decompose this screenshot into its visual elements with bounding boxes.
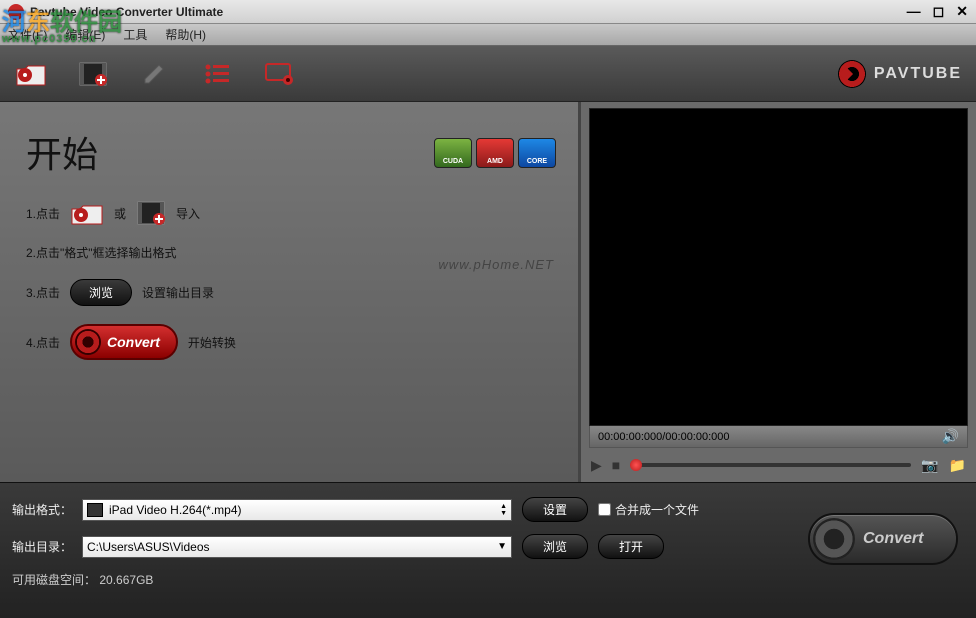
main-content: 开始 CUDA AMD CORE 1.点击 或 导入 2.点击"格式"框选择输出… <box>0 102 976 482</box>
gpu-badges: CUDA AMD CORE <box>434 138 556 168</box>
settings-button[interactable]: 设置 <box>522 497 588 522</box>
film-add-icon <box>78 61 108 87</box>
step-3: 3.点击 浏览 设置输出目录 <box>26 279 552 306</box>
folder-disc-icon[interactable] <box>70 200 104 226</box>
dir-label: 输出目录： <box>12 538 72 555</box>
dir-value: C:\Users\ASUS\Videos <box>87 540 210 554</box>
disk-value: 20.667GB <box>99 573 153 587</box>
list-icon <box>203 62 231 86</box>
film-add-icon[interactable] <box>136 200 166 226</box>
dir-combo[interactable]: C:\Users\ASUS\Videos ▼ <box>82 536 512 558</box>
amd-badge: AMD <box>476 138 514 168</box>
step4-suffix: 开始转换 <box>188 334 236 351</box>
step-1: 1.点击 或 导入 <box>26 200 552 226</box>
step1-import: 导入 <box>176 205 200 222</box>
close-button[interactable]: ✕ <box>956 3 968 20</box>
format-value: iPad Video H.264(*.mp4) <box>109 503 242 517</box>
seek-bar[interactable] <box>630 463 911 467</box>
snapshot-button[interactable]: 📷 <box>921 457 938 474</box>
preview-panel: 00:00:00:000/00:00:00:000 🔊 ▶ ■ 📷 📁 <box>578 102 976 482</box>
convert-ring-icon <box>75 329 101 355</box>
convert-demo-label: Convert <box>107 334 160 350</box>
open-button[interactable]: 打开 <box>598 534 664 559</box>
edit-button[interactable] <box>138 59 172 89</box>
merge-checkbox[interactable]: 合并成一个文件 <box>598 501 699 518</box>
step1-prefix: 1.点击 <box>26 205 60 222</box>
step-4: 4.点击 Convert 开始转换 <box>26 324 552 360</box>
menu-bar: 文件(F) 编辑(E) 工具 帮助(H) <box>0 24 976 46</box>
window-title: Pavtube Video Converter Ultimate <box>30 5 907 19</box>
play-button[interactable]: ▶ <box>591 457 602 474</box>
merge-checkbox-input[interactable] <box>598 503 611 516</box>
video-preview <box>589 108 968 426</box>
list-button[interactable] <box>200 59 234 89</box>
convert-label: Convert <box>863 530 923 548</box>
add-video-button[interactable] <box>76 59 110 89</box>
convert-button[interactable]: Convert <box>808 513 958 565</box>
browse-demo-button[interactable]: 浏览 <box>70 279 132 306</box>
phome-watermark: www.pHome.NET <box>438 257 554 272</box>
step4-prefix: 4.点击 <box>26 334 60 351</box>
start-panel: 开始 CUDA AMD CORE 1.点击 或 导入 2.点击"格式"框选择输出… <box>0 102 578 482</box>
player-controls: ▶ ■ 📷 📁 <box>589 448 968 478</box>
menu-help[interactable]: 帮助(H) <box>165 26 206 43</box>
intel-badge: CORE <box>518 138 556 168</box>
load-file-button[interactable] <box>14 59 48 89</box>
timecode-bar: 00:00:00:000/00:00:00:000 🔊 <box>589 426 968 448</box>
brand-logo: PAVTUBE <box>838 60 962 88</box>
disk-label: 可用磁盘空间： <box>12 573 96 587</box>
screen-button[interactable] <box>262 59 296 89</box>
disk-space: 可用磁盘空间： 20.667GB <box>12 571 964 588</box>
format-label: 输出格式： <box>12 501 72 518</box>
pavtube-ring-icon <box>838 60 866 88</box>
convert-demo-button[interactable]: Convert <box>70 324 178 360</box>
menu-edit[interactable]: 编辑(E) <box>65 26 105 43</box>
maximize-button[interactable]: ◻ <box>933 3 945 20</box>
toolbar: PAVTUBE <box>0 46 976 102</box>
pencil-icon <box>141 61 169 87</box>
step3-suffix: 设置输出目录 <box>142 284 214 301</box>
step3-prefix: 3.点击 <box>26 284 60 301</box>
brand-text: PAVTUBE <box>874 65 962 83</box>
nvidia-badge: CUDA <box>434 138 472 168</box>
title-bar: Pavtube Video Converter Ultimate — ◻ ✕ <box>0 0 976 24</box>
merge-label: 合并成一个文件 <box>615 501 699 518</box>
browse-button[interactable]: 浏览 <box>522 534 588 559</box>
minimize-button[interactable]: — <box>907 3 921 20</box>
stop-button[interactable]: ■ <box>612 457 620 473</box>
format-combo[interactable]: iPad Video H.264(*.mp4) ▲▼ <box>82 499 512 521</box>
volume-icon[interactable]: 🔊 <box>942 428 959 445</box>
menu-file[interactable]: 文件(F) <box>8 26 47 43</box>
format-spinner-icon: ▲▼ <box>500 503 507 517</box>
open-folder-button[interactable]: 📁 <box>949 457 966 474</box>
step2-text: 2.点击"格式"框选择输出格式 <box>26 244 177 261</box>
step1-or: 或 <box>114 205 126 222</box>
menu-tools[interactable]: 工具 <box>123 26 147 43</box>
monitor-icon <box>264 62 294 86</box>
convert-ring-icon <box>813 518 855 560</box>
folder-disc-icon <box>15 61 47 87</box>
format-thumb-icon <box>87 503 103 517</box>
app-icon <box>8 4 24 20</box>
dir-dropdown-icon: ▼ <box>497 541 507 552</box>
timecode-text: 00:00:00:000/00:00:00:000 <box>598 431 730 443</box>
output-panel: 输出格式： iPad Video H.264(*.mp4) ▲▼ 设置 合并成一… <box>0 482 976 618</box>
